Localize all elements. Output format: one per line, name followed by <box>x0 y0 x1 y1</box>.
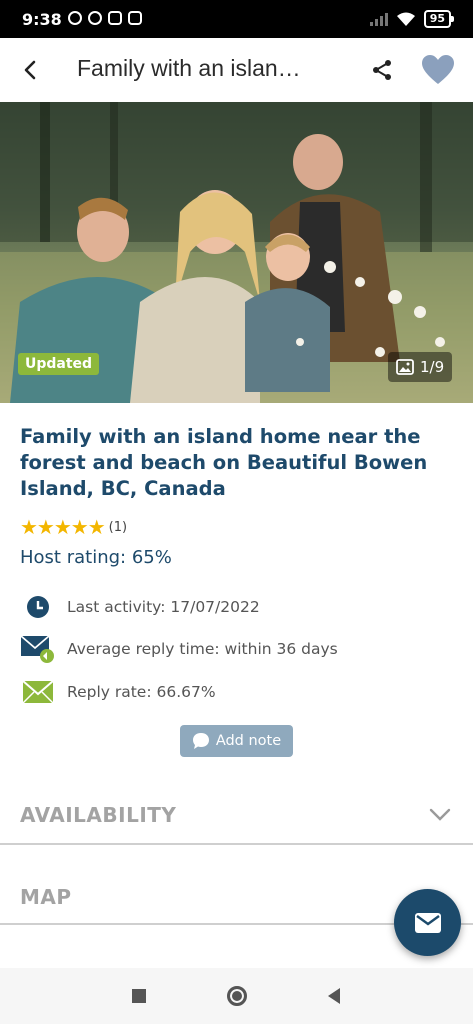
envelope-icon <box>20 677 56 707</box>
host-rating: Host rating: 65% <box>20 547 172 568</box>
reply-rate-row: Reply rate: 66.67% <box>20 677 216 707</box>
app-bar: Family with an islan… <box>0 38 473 102</box>
map-label: MAP <box>20 885 72 909</box>
reply-time-text: Average reply time: within 36 days <box>67 640 338 658</box>
photo-counter-text: 1/9 <box>420 358 445 376</box>
instagram-icon <box>128 11 142 25</box>
share-icon <box>373 60 391 80</box>
gallery-icon <box>396 359 414 375</box>
battery-icon: 95 <box>423 10 455 28</box>
status-right: 95 <box>369 10 455 28</box>
add-note-button[interactable]: Add note <box>180 725 293 757</box>
system-nav-bar <box>0 968 473 1024</box>
heart-icon <box>422 55 454 84</box>
star-rating: ★★★★★ <box>20 515 106 539</box>
photo-counter[interactable]: 1/9 <box>388 352 453 382</box>
availability-label: AVAILABILITY <box>20 803 177 827</box>
favorite-button[interactable] <box>418 52 458 88</box>
reply-time-row: Average reply time: within 36 days <box>20 634 338 664</box>
wifi-icon <box>396 12 415 26</box>
review-count: (1) <box>108 519 128 535</box>
back-nav-button[interactable] <box>320 982 348 1010</box>
rating-row[interactable]: ★★★★★ (1) <box>20 515 127 539</box>
availability-section[interactable]: AVAILABILITY <box>0 765 473 845</box>
reply-rate-text: Reply rate: 66.67% <box>67 683 216 701</box>
instagram-icon <box>108 11 122 25</box>
triangle-back-icon <box>328 988 340 1004</box>
updated-badge: Updated <box>18 353 100 375</box>
speech-bubble-icon <box>192 733 209 749</box>
listing-title: Family with an island home near the fore… <box>20 425 428 500</box>
share-button[interactable] <box>366 54 398 86</box>
last-activity-text: Last activity: 17/07/2022 <box>67 598 260 616</box>
notification-icons <box>68 11 142 25</box>
app-bar-title: Family with an islan… <box>77 55 301 81</box>
square-icon <box>132 989 146 1003</box>
add-note-label: Add note <box>215 733 282 749</box>
back-button[interactable] <box>14 54 46 86</box>
signal-icon <box>369 12 388 26</box>
mail-icon <box>414 912 441 933</box>
status-bar: 9:38 95 <box>0 0 473 38</box>
clock-icon <box>20 592 56 622</box>
chevron-down-icon <box>429 808 451 821</box>
home-button[interactable] <box>223 982 251 1010</box>
contact-host-button[interactable] <box>394 889 461 956</box>
recent-apps-button[interactable] <box>125 982 153 1010</box>
status-time: 9:38 <box>22 10 62 29</box>
whatsapp-icon <box>88 11 102 25</box>
circle-icon <box>227 986 247 1006</box>
mute-bell-icon <box>68 11 82 25</box>
last-activity-row: Last activity: 17/07/2022 <box>20 592 260 622</box>
back-arrow-icon <box>24 60 36 80</box>
envelope-reply-icon <box>20 634 56 664</box>
